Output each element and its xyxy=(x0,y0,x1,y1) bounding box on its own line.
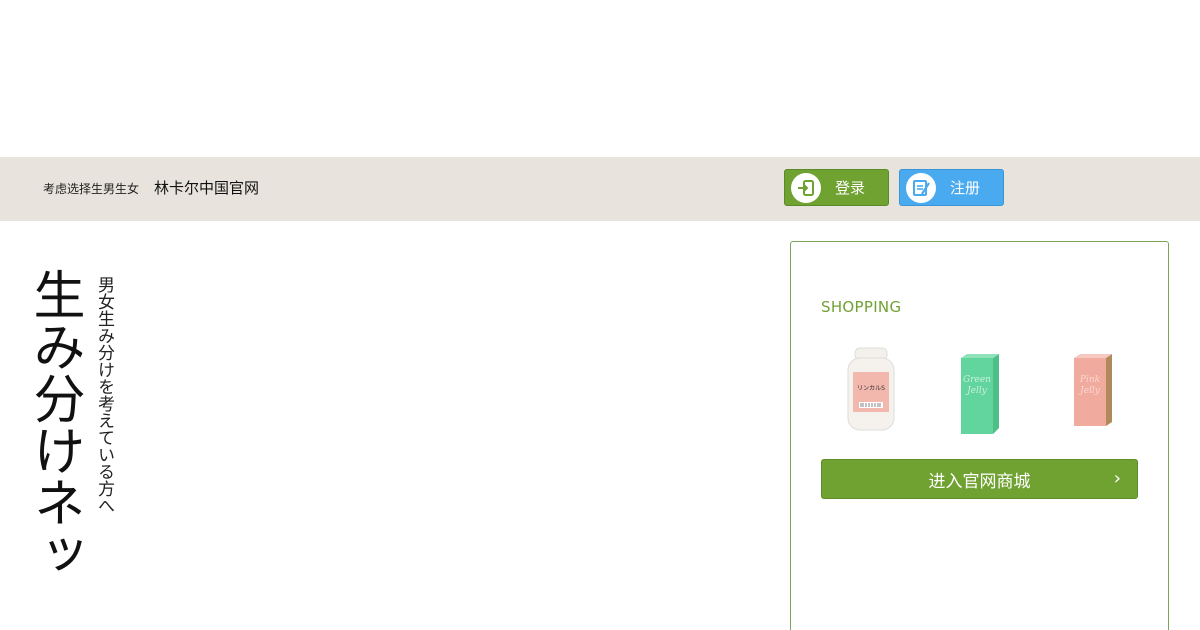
enter-store-label: 进入官网商城 xyxy=(928,471,1031,492)
svg-text:Green: Green xyxy=(963,375,991,385)
hero-vertical-title: 生み分けネッ xyxy=(24,268,84,580)
register-button[interactable]: 注册 xyxy=(899,169,1004,206)
login-button[interactable]: 登录 xyxy=(784,169,889,206)
tagline: 考虑选择生男生女 xyxy=(43,182,140,196)
product-pink-jelly[interactable]: Pink Jelly xyxy=(1070,352,1116,436)
login-label: 登录 xyxy=(835,179,866,197)
svg-text:Jelly: Jelly xyxy=(965,386,988,396)
register-label: 注册 xyxy=(950,179,981,197)
product-green-jelly[interactable]: Green Jelly xyxy=(957,352,1003,446)
header-bar: 考虑选择生男生女 林卡尔中国官网 登录 注册 xyxy=(0,157,1200,221)
svg-text:Pink: Pink xyxy=(1079,375,1100,385)
enter-store-button[interactable]: 进入官网商城 › xyxy=(821,459,1138,499)
page: 考虑选择生男生女 林卡尔中国官网 登录 注册 生み分けネッ 男女生み分けを考えて… xyxy=(0,0,1200,630)
svg-text:Jelly: Jelly xyxy=(1078,386,1101,396)
register-icon xyxy=(906,172,936,203)
product-bottle[interactable]: リンカルS xyxy=(845,346,897,436)
hero-vertical-subtitle: 男女生み分けを考えている方へ xyxy=(94,276,114,514)
site-title-link[interactable]: 林卡尔中国官网 xyxy=(154,177,259,198)
shopping-title: SHOPPING xyxy=(821,298,902,316)
chevron-right-icon: › xyxy=(1113,468,1121,489)
login-icon xyxy=(791,172,821,203)
shopping-panel: SHOPPING リンカルS Green Jelly Pink Jelly 进入… xyxy=(790,241,1169,630)
product-bottle-label: リンカルS xyxy=(857,385,885,392)
